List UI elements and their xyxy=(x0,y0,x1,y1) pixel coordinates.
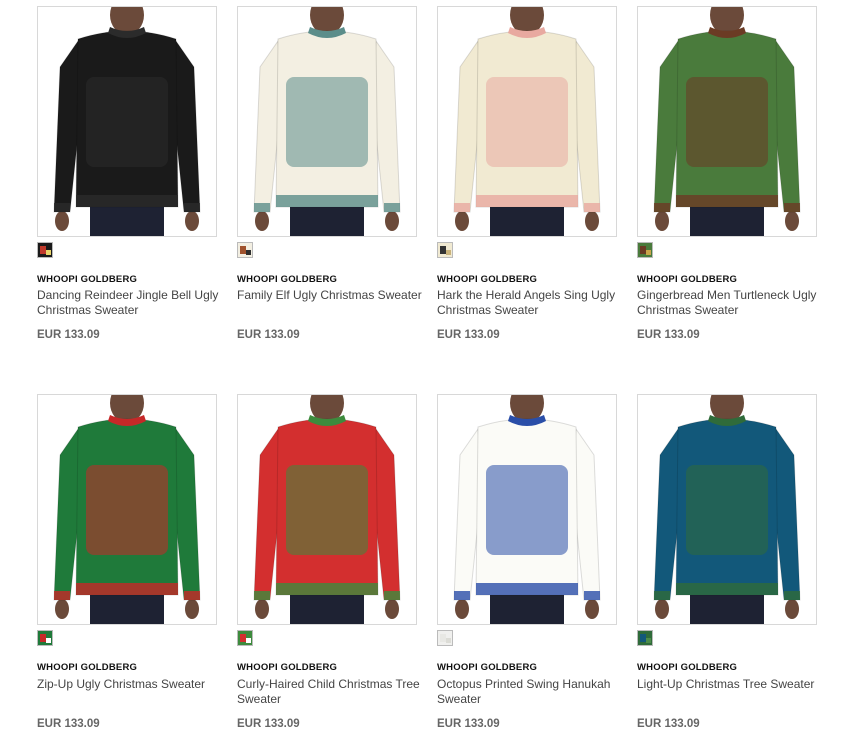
product-image[interactable] xyxy=(37,6,217,237)
product-image[interactable] xyxy=(237,394,417,625)
product-card[interactable] xyxy=(637,6,817,237)
product-name[interactable]: Hark the Herald Angels Sing Ugly Christm… xyxy=(437,288,627,318)
product-card[interactable] xyxy=(437,394,617,625)
color-swatch[interactable] xyxy=(637,630,653,646)
color-swatch[interactable] xyxy=(437,630,453,646)
product-name[interactable]: Gingerbread Men Turtleneck Ugly Christma… xyxy=(637,288,827,318)
product-brand: WHOOPI GOLDBERG xyxy=(237,274,338,285)
product-brand: WHOOPI GOLDBERG xyxy=(37,274,138,285)
sweater-illustration xyxy=(53,7,201,236)
product-name[interactable]: Family Elf Ugly Christmas Sweater xyxy=(237,288,427,303)
product-card[interactable] xyxy=(237,394,417,625)
product-price: EUR 133.09 xyxy=(37,329,100,341)
product-price: EUR 133.09 xyxy=(237,329,300,341)
color-swatch[interactable] xyxy=(37,242,53,258)
product-name[interactable]: Dancing Reindeer Jingle Bell Ugly Christ… xyxy=(37,288,227,318)
product-price: EUR 133.09 xyxy=(637,329,700,341)
product-image[interactable] xyxy=(437,394,617,625)
color-swatch[interactable] xyxy=(637,242,653,258)
product-price: EUR 133.09 xyxy=(637,718,700,730)
sweater-illustration xyxy=(53,395,201,624)
product-name[interactable]: Curly-Haired Child Christmas Tree Sweate… xyxy=(237,677,427,707)
sweater-illustration xyxy=(653,7,801,236)
product-image[interactable] xyxy=(437,6,617,237)
product-brand: WHOOPI GOLDBERG xyxy=(637,274,738,285)
product-image[interactable] xyxy=(37,394,217,625)
product-name[interactable]: Zip-Up Ugly Christmas Sweater xyxy=(37,677,227,692)
color-swatch[interactable] xyxy=(437,242,453,258)
product-price: EUR 133.09 xyxy=(437,718,500,730)
product-card[interactable] xyxy=(37,6,217,237)
product-brand: WHOOPI GOLDBERG xyxy=(437,274,538,285)
product-price: EUR 133.09 xyxy=(37,718,100,730)
sweater-illustration xyxy=(253,7,401,236)
product-brand: WHOOPI GOLDBERG xyxy=(437,662,538,673)
color-swatch[interactable] xyxy=(237,242,253,258)
product-image[interactable] xyxy=(637,394,817,625)
sweater-illustration xyxy=(653,395,801,624)
product-name[interactable]: Octopus Printed Swing Hanukah Sweater xyxy=(437,677,627,707)
product-image[interactable] xyxy=(637,6,817,237)
color-swatch[interactable] xyxy=(37,630,53,646)
product-brand: WHOOPI GOLDBERG xyxy=(637,662,738,673)
product-image[interactable] xyxy=(237,6,417,237)
sweater-illustration xyxy=(453,395,601,624)
product-brand: WHOOPI GOLDBERG xyxy=(37,662,138,673)
color-swatch[interactable] xyxy=(237,630,253,646)
product-price: EUR 133.09 xyxy=(437,329,500,341)
product-price: EUR 133.09 xyxy=(237,718,300,730)
product-grid: WHOOPI GOLDBERG Dancing Reindeer Jingle … xyxy=(0,0,846,745)
product-brand: WHOOPI GOLDBERG xyxy=(237,662,338,673)
product-card[interactable] xyxy=(237,6,417,237)
sweater-illustration xyxy=(253,395,401,624)
product-card[interactable] xyxy=(637,394,817,625)
product-card[interactable] xyxy=(37,394,217,625)
sweater-illustration xyxy=(453,7,601,236)
product-name[interactable]: Light-Up Christmas Tree Sweater xyxy=(637,677,827,692)
product-card[interactable] xyxy=(437,6,617,237)
